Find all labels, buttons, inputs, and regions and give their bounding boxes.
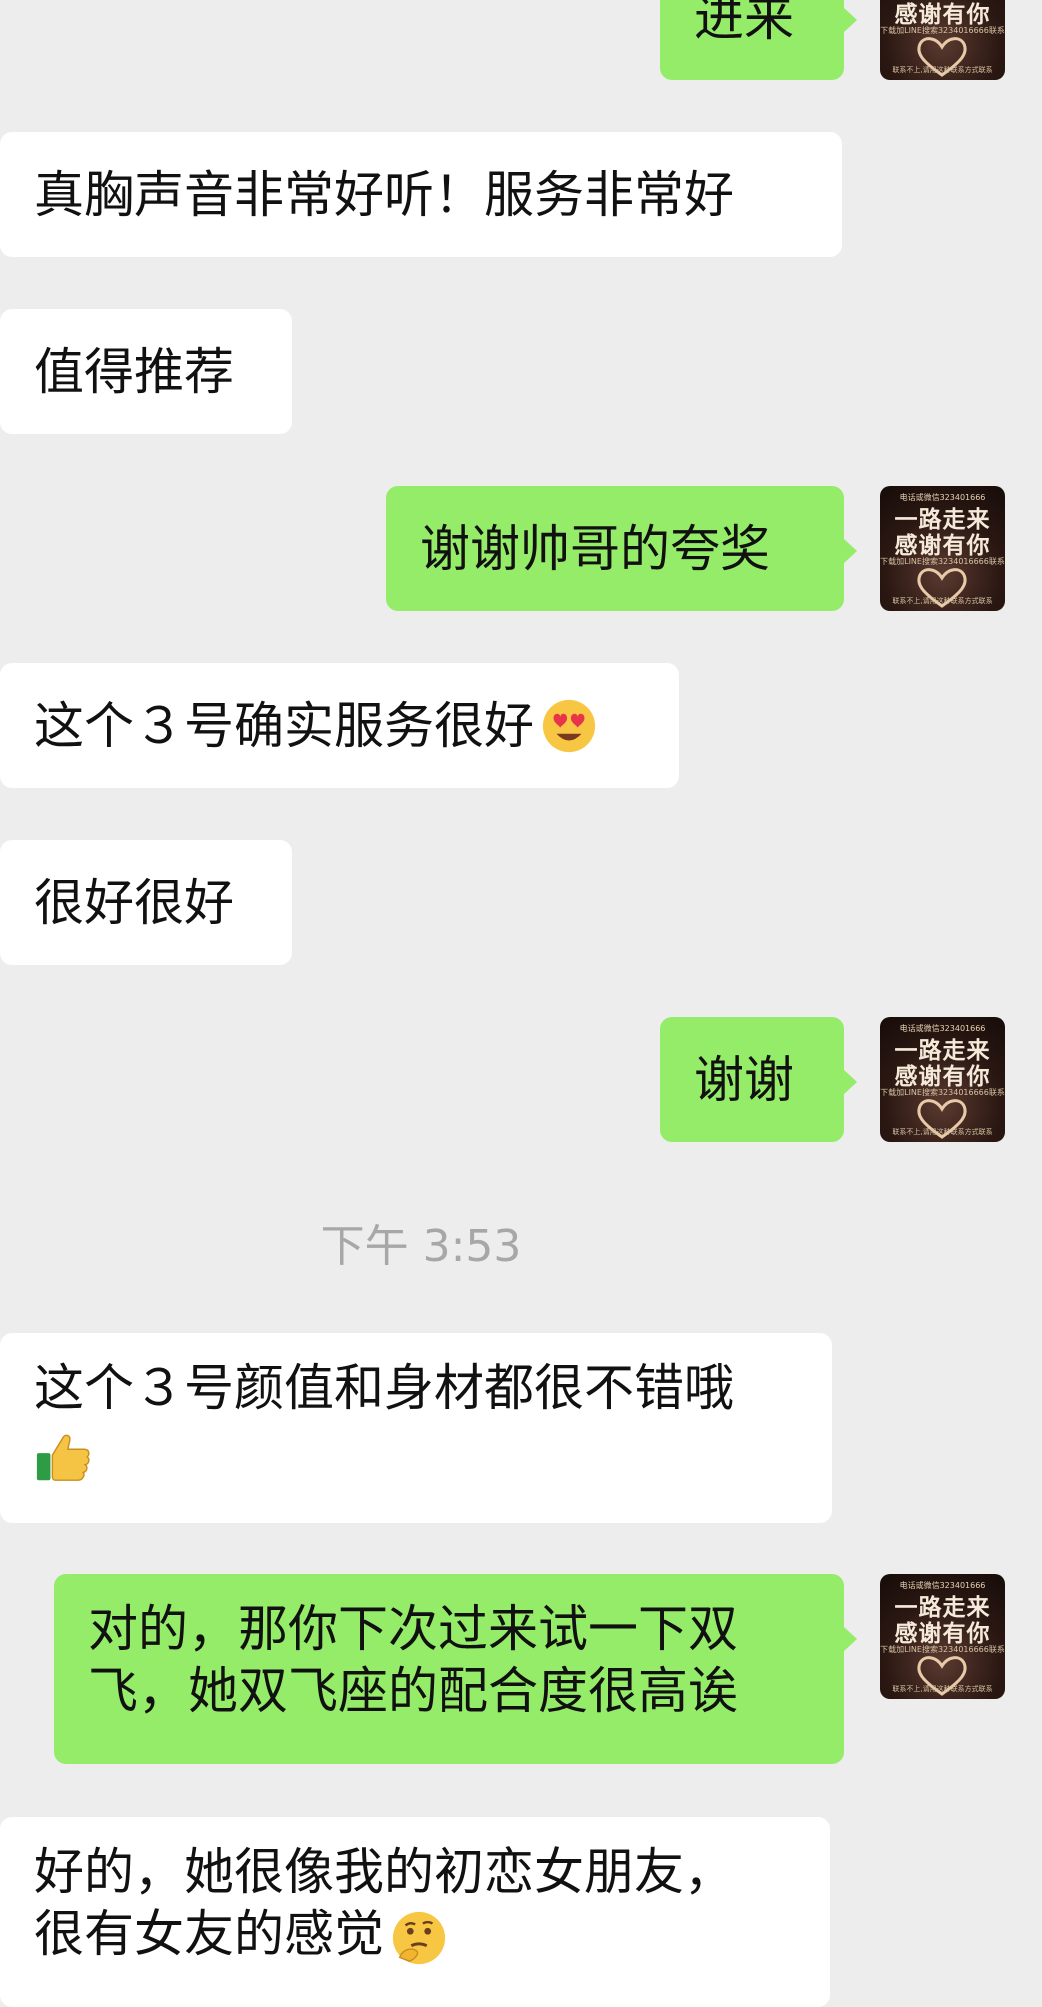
- message-text-line: 对的，那你下次过来试一下双: [88, 1600, 738, 1658]
- heart-eyes-emoji-icon: [542, 699, 596, 752]
- avatar-bottom-text: 联系不上,请用这种联系方式联系: [892, 597, 993, 605]
- message-timestamp: 下午 3:53: [320, 1221, 522, 1272]
- message-text-line: 这个３号颜值和身材都很不错哦: [34, 1359, 734, 1417]
- user-avatar[interactable]: 电话或微信323401666 一路走来 感谢有你 下载加LINE搜索323401…: [880, 1574, 1005, 1699]
- chat-conversation: 进来 电话或微信323401666 一路走来 感谢有你 下载加LINE搜索323…: [0, 0, 1042, 2007]
- message-text: 很好很好: [34, 873, 234, 932]
- user-avatar[interactable]: 电话或微信323401666 一路走来 感谢有你 下载加LINE搜索323401…: [880, 0, 1005, 80]
- message-text: 谢谢: [694, 1050, 794, 1109]
- message-text: 谢谢帅哥的夸奖: [420, 519, 770, 578]
- message-text-line: 很有女友的感觉: [34, 1903, 734, 1967]
- message-text: 进来: [694, 0, 794, 47]
- sent-message-bubble[interactable]: 谢谢: [660, 1017, 857, 1142]
- message-text-line: 好的，她很像我的初恋女朋友，: [34, 1843, 734, 1901]
- avatar-bottom-text: 联系不上,请用这种联系方式联系: [892, 66, 993, 74]
- received-message-bubble[interactable]: 这个３号确实服务很好: [0, 663, 679, 788]
- message-text-line: 飞，她双飞座的配合度很高诶: [88, 1662, 738, 1720]
- avatar-bottom-text: 联系不上,请用这种联系方式联系: [892, 1128, 993, 1136]
- message-text: 真胸声音非常好听！服务非常好: [34, 165, 734, 224]
- sent-message-bubble[interactable]: 谢谢帅哥的夸奖: [386, 486, 857, 611]
- avatar-text-line2: 感谢有你: [894, 1620, 991, 1647]
- received-message-bubble[interactable]: 好的，她很像我的初恋女朋友， 很有女友的感觉: [0, 1817, 830, 2007]
- sent-message-bubble[interactable]: 进来: [660, 0, 857, 80]
- thinking-face-emoji-icon: [392, 1911, 446, 1964]
- sent-message-bubble[interactable]: 对的，那你下次过来试一下双 飞，她双飞座的配合度很高诶: [54, 1574, 857, 1764]
- user-avatar[interactable]: 电话或微信323401666 一路走来 感谢有你 下载加LINE搜索323401…: [880, 486, 1005, 611]
- message-text: 这个３号确实服务很好: [34, 696, 534, 755]
- avatar-bottom-text: 联系不上,请用这种联系方式联系: [892, 1685, 993, 1693]
- received-message-bubble[interactable]: 很好很好: [0, 840, 292, 965]
- user-avatar[interactable]: 电话或微信323401666 一路走来 感谢有你 下载加LINE搜索323401…: [880, 1017, 1005, 1142]
- received-message-bubble[interactable]: 真胸声音非常好听！服务非常好: [0, 132, 842, 257]
- received-message-bubble[interactable]: 值得推荐: [0, 309, 292, 434]
- avatar-text-line2: 感谢有你: [894, 532, 991, 559]
- received-message-bubble[interactable]: 这个３号颜值和身材都很不错哦: [0, 1333, 832, 1523]
- thumbs-up-emoji-icon: [36, 1434, 90, 1481]
- message-text-line-content: 很有女友的感觉: [34, 1905, 384, 1963]
- avatar-text-line2: 感谢有你: [894, 1063, 991, 1090]
- message-text: 值得推荐: [34, 342, 234, 401]
